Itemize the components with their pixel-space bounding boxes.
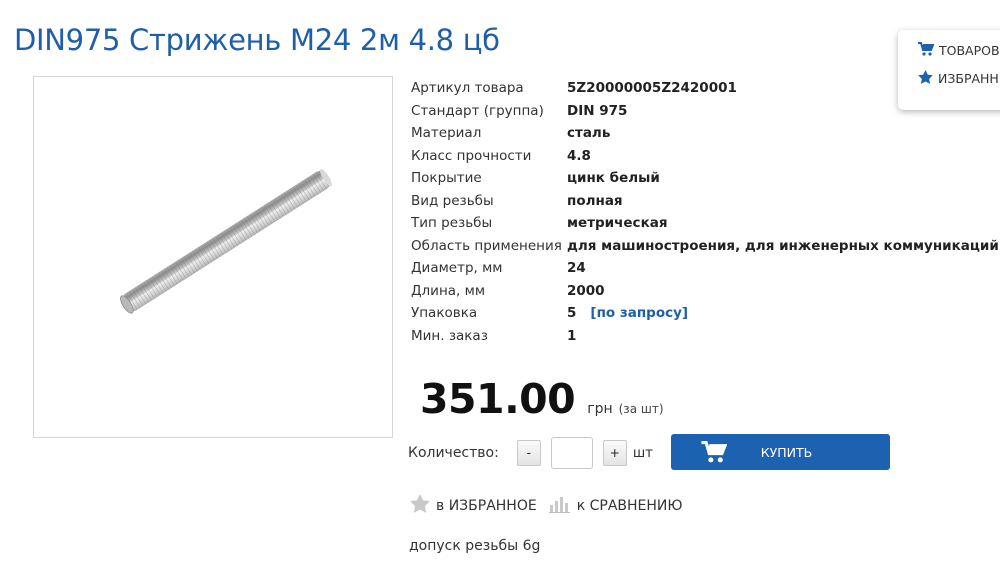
spec-value: 5Z20000005Z2420001	[567, 80, 737, 97]
spec-row: Мин. заказ 1	[411, 325, 999, 348]
add-to-favorites-label: в ИЗБРАННОЕ	[436, 497, 537, 514]
spec-row: Материал сталь	[411, 122, 999, 145]
side-cart-label: ТОВАРОВ	[939, 43, 1000, 58]
star-icon	[410, 494, 436, 517]
cart-icon	[918, 42, 939, 59]
product-title: DIN975 Стрижень М24 2м 4.8 цб	[14, 23, 500, 58]
quantity-decrease-button[interactable]: -	[516, 440, 541, 466]
spec-value: сталь	[567, 125, 611, 142]
spec-label: Упаковка	[411, 305, 478, 322]
product-image[interactable]	[33, 76, 393, 438]
add-to-compare-button[interactable]: к СРАВНЕНИЮ	[548, 495, 683, 517]
spec-row: Диаметр, мм 24	[411, 257, 999, 280]
spec-row: Покрытие цинк белый	[411, 167, 999, 190]
spec-row: Тип резьбы метрическая	[411, 212, 999, 235]
quantity-label: Количество:	[408, 445, 499, 461]
spec-label: Класс прочности	[411, 147, 532, 164]
spec-value: 2000	[567, 282, 605, 299]
quantity-stepper: Количество: - + шт	[408, 436, 653, 470]
product-actions: в ИЗБРАННОЕ к СРАВНЕНИЮ	[410, 494, 695, 517]
spec-value: 5	[567, 305, 577, 322]
quantity-unit: шт	[632, 445, 654, 461]
on-request-link[interactable]: [по запросу]	[590, 305, 688, 321]
price-currency: грн	[587, 401, 613, 417]
quantity-input[interactable]	[550, 437, 593, 469]
spec-row: Длина, мм 2000	[411, 280, 999, 303]
buy-button[interactable]: КУПИТЬ	[671, 434, 890, 470]
spec-label: Тип резьбы	[411, 215, 493, 232]
side-cart-link[interactable]: ТОВАРОВ	[918, 42, 1000, 59]
spec-label: Длина, мм	[411, 282, 485, 299]
spec-label: Область применения	[411, 237, 562, 254]
price-per-unit: (за шт)	[618, 402, 664, 416]
spec-label: Материал	[411, 125, 482, 142]
spec-label: Покрытие	[411, 170, 482, 187]
spec-value: 24	[567, 260, 586, 277]
buy-button-label: КУПИТЬ	[760, 444, 813, 460]
spec-value: для машиностроения, для инженерных комму…	[567, 237, 999, 254]
add-to-favorites-button[interactable]: в ИЗБРАННОЕ	[410, 494, 537, 517]
spec-value: полная	[567, 192, 623, 209]
threaded-rod-image	[120, 169, 332, 314]
spec-value: DIN 975	[567, 102, 628, 119]
spec-value: метрическая	[567, 215, 668, 232]
spec-value: 4.8	[567, 147, 591, 164]
spec-label: Артикул товара	[411, 80, 524, 97]
spec-row: Область применения для машиностроения, дл…	[411, 235, 999, 258]
spec-value: 1	[567, 327, 577, 344]
spec-row: Артикул товара 5Z20000005Z2420001	[411, 77, 999, 100]
spec-value: цинк белый	[567, 170, 660, 187]
spec-row: Упаковка 5 [по запросу]	[411, 302, 999, 325]
price-block: 351.00 грн (за шт)	[420, 375, 664, 423]
product-note: допуск резьбы 6g	[409, 538, 541, 554]
spec-row: Стандарт (группа) DIN 975	[411, 100, 999, 123]
spec-label: Диаметр, мм	[411, 260, 503, 277]
spec-row: Вид резьбы полная	[411, 190, 999, 213]
quantity-increase-button[interactable]: +	[602, 440, 627, 466]
spec-value-packaging: 5 [по запросу]	[567, 302, 999, 325]
spec-label: Вид резьбы	[411, 192, 494, 209]
spec-row: Класс прочности 4.8	[411, 145, 999, 168]
bar-chart-icon	[548, 495, 577, 517]
spec-label: Стандарт (группа)	[411, 102, 544, 119]
add-to-compare-label: к СРАВНЕНИЮ	[576, 497, 683, 514]
specs-table: Артикул товара 5Z20000005Z2420001 Стандар…	[411, 77, 999, 347]
price-amount: 351.00	[420, 375, 576, 423]
spec-label: Мин. заказ	[411, 327, 488, 344]
